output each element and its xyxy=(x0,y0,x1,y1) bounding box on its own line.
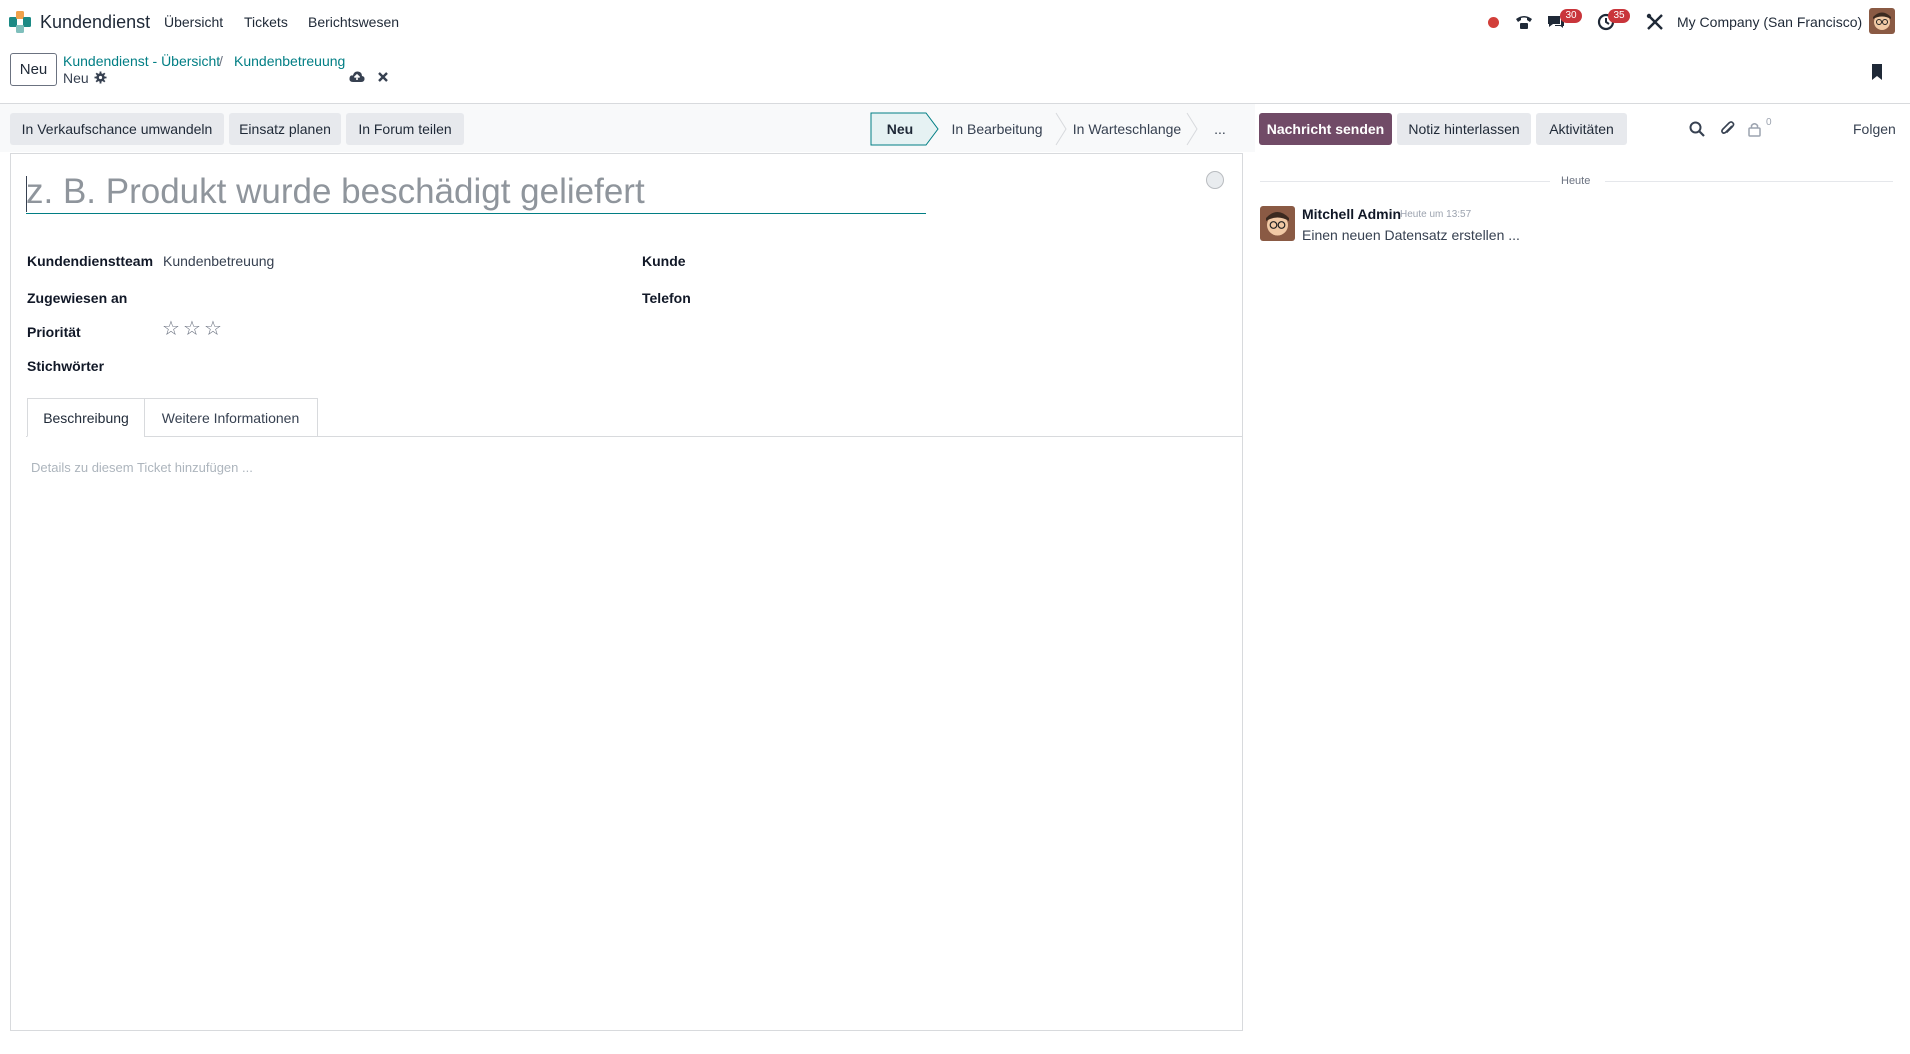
breadcrumb-overview[interactable]: Kundendienst - Übersicht xyxy=(63,53,220,69)
record-name: Neu xyxy=(63,70,89,86)
assigned-field[interactable] xyxy=(163,284,603,308)
text-cursor xyxy=(26,176,27,212)
plan-intervention-button[interactable]: Einsatz planen xyxy=(229,113,341,145)
save-cloud-icon[interactable] xyxy=(349,70,365,84)
discard-close-icon[interactable] xyxy=(377,71,389,83)
paperclip-icon[interactable] xyxy=(1719,120,1737,138)
tags-field[interactable] xyxy=(163,352,603,376)
new-record-button[interactable]: Neu xyxy=(10,53,57,86)
breadcrumb-team[interactable]: Kundenbetreuung xyxy=(234,53,345,69)
message-body: Einen neuen Datensatz erstellen ... xyxy=(1302,227,1520,243)
date-separator-line xyxy=(1605,181,1893,182)
bookmark-icon[interactable] xyxy=(1870,63,1884,81)
date-separator: Heute xyxy=(1561,175,1591,187)
gear-icon[interactable] xyxy=(94,71,107,84)
phone-label: Telefon xyxy=(642,290,691,306)
stage-in-progress[interactable]: In Bearbeitung xyxy=(938,113,1056,145)
message-author-avatar[interactable] xyxy=(1260,206,1295,241)
stage-more[interactable]: ... xyxy=(1198,113,1242,145)
priority-star-1-icon[interactable]: ☆ xyxy=(162,316,180,341)
priority-label: Priorität xyxy=(27,324,81,340)
breadcrumb-separator: / xyxy=(219,53,223,69)
status-dot-icon[interactable] xyxy=(1488,17,1499,28)
ticket-title-input[interactable]: z. B. Produkt wurde beschädigt geliefert xyxy=(26,172,645,212)
tags-label: Stichwörter xyxy=(27,358,105,374)
title-underline xyxy=(26,213,926,214)
convert-opportunity-button[interactable]: In Verkaufschance umwandeln xyxy=(10,113,224,145)
date-separator-line xyxy=(1260,181,1550,182)
customer-field[interactable] xyxy=(760,247,1220,271)
lock-followers-icon[interactable] xyxy=(1746,120,1764,138)
assigned-label: Zugewiesen an xyxy=(27,290,128,306)
stage-waiting[interactable]: In Warteschlange xyxy=(1066,113,1188,145)
team-label: Kundendienstteam xyxy=(27,253,154,269)
priority-star-2-icon[interactable]: ☆ xyxy=(183,316,201,341)
phone-field[interactable] xyxy=(760,284,1220,308)
kanban-state-icon[interactable] xyxy=(1206,171,1224,189)
tab-more-info[interactable]: Weitere Informationen xyxy=(144,398,318,437)
menu-item-berichtswesen[interactable]: Berichtswesen xyxy=(308,14,399,30)
customer-label: Kunde xyxy=(642,253,686,269)
activities-button[interactable]: Aktivitäten xyxy=(1536,113,1627,145)
messages-badge: 30 xyxy=(1560,9,1582,23)
priority-star-3-icon[interactable]: ☆ xyxy=(204,316,222,341)
company-switcher[interactable]: My Company (San Francisco) xyxy=(1677,14,1862,30)
search-icon[interactable] xyxy=(1688,120,1706,138)
share-forum-button[interactable]: In Forum teilen xyxy=(346,113,464,145)
menu-item-uebersicht[interactable]: Übersicht xyxy=(164,14,223,30)
send-message-button[interactable]: Nachricht senden xyxy=(1259,113,1392,145)
helpdesk-app-icon[interactable] xyxy=(9,11,31,33)
follow-button[interactable]: Folgen xyxy=(1853,121,1896,137)
app-name[interactable]: Kundendienst xyxy=(40,12,150,33)
followers-count: 0 xyxy=(1766,117,1772,128)
activities-badge: 35 xyxy=(1608,9,1630,23)
team-field[interactable]: Kundenbetreuung xyxy=(163,253,274,269)
user-avatar[interactable] xyxy=(1869,8,1895,34)
tools-icon[interactable] xyxy=(1645,13,1665,31)
menu-item-tickets[interactable]: Tickets xyxy=(244,14,288,30)
description-editor[interactable]: Details zu diesem Ticket hinzufügen ... xyxy=(31,460,253,475)
log-note-button[interactable]: Notiz hinterlassen xyxy=(1397,113,1531,145)
phone-icon[interactable] xyxy=(1514,13,1534,31)
top-navbar: Kundendienst Übersicht Tickets Berichtsw… xyxy=(0,0,1910,44)
stage-new[interactable]: Neu xyxy=(870,113,930,145)
message-author[interactable]: Mitchell Admin xyxy=(1302,206,1401,222)
message-timestamp: Heute um 13:57 xyxy=(1400,209,1472,220)
tab-description[interactable]: Beschreibung xyxy=(27,398,145,437)
